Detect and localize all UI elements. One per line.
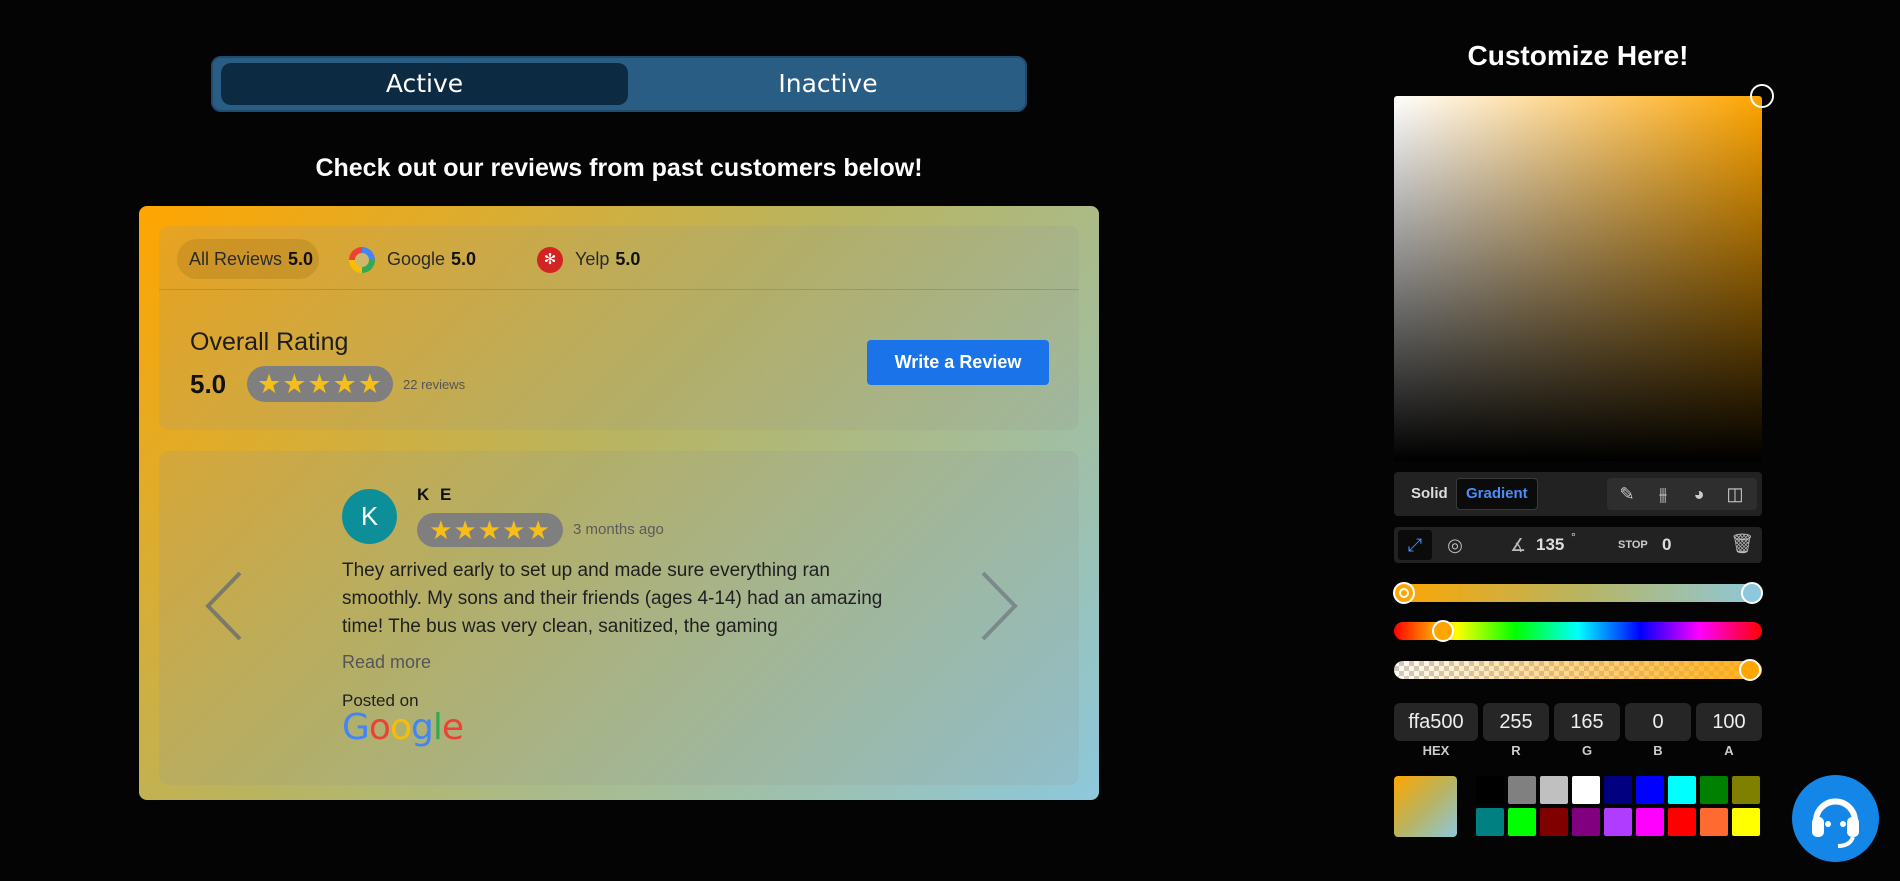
hue-slider[interactable] (1394, 620, 1762, 642)
tab-label: Google (387, 249, 446, 269)
stop-label: STOP (1618, 539, 1648, 551)
tab-google[interactable]: Google 5.0 (349, 239, 476, 279)
review-time: 3 months ago (573, 521, 664, 538)
color-swatch[interactable] (1636, 776, 1664, 804)
tab-label: Yelp (575, 249, 610, 269)
color-swatch[interactable] (1476, 776, 1504, 804)
google-icon (349, 247, 375, 273)
status-toggle: Active Inactive (211, 56, 1027, 112)
picker-tools: ✎ ⫵ ◕ ◫ (1607, 478, 1757, 510)
gradient-mode-button[interactable]: Gradient (1456, 478, 1538, 510)
overall-rating-label: Overall Rating (190, 328, 349, 356)
headset-icon (1812, 798, 1859, 848)
tab-all-reviews[interactable]: All Reviews 5.0 (177, 239, 319, 279)
color-swatch[interactable] (1572, 776, 1600, 804)
green-input[interactable]: 165 (1554, 703, 1620, 741)
review-source-tabs: All Reviews 5.0 Google 5.0 ✻ Yelp 5.0 (159, 226, 1079, 290)
hue-thumb[interactable] (1432, 620, 1455, 642)
red-label: R (1511, 743, 1521, 758)
toggle-inactive[interactable]: Inactive (628, 63, 1028, 105)
red-input[interactable]: 255 (1483, 703, 1549, 741)
customizer-title: Customize Here! (1467, 40, 1689, 71)
color-swatch[interactable] (1540, 776, 1568, 804)
gradient-stops-slider[interactable] (1393, 582, 1763, 604)
toggle-active[interactable]: Active (221, 63, 628, 105)
color-swatch[interactable] (1700, 776, 1728, 804)
color-swatch[interactable] (1668, 808, 1696, 836)
saturation-picker[interactable] (1394, 96, 1762, 461)
color-swatch[interactable] (1732, 808, 1760, 836)
write-review-button[interactable]: Write a Review (867, 340, 1049, 385)
blue-input[interactable]: 0 (1625, 703, 1691, 741)
alpha-label: A (1724, 743, 1734, 758)
solid-mode-button[interactable]: Solid (1402, 478, 1457, 510)
review-stars: ★★★★★ (417, 513, 563, 547)
stop-value[interactable]: 0 (1662, 527, 1671, 563)
alpha-slider[interactable] (1394, 659, 1762, 681)
read-more-link[interactable]: Read more (342, 652, 431, 673)
support-button[interactable] (1792, 775, 1879, 862)
color-swatch[interactable] (1732, 776, 1760, 804)
fill-mode-switch: Solid Gradient (1402, 478, 1542, 510)
review-widget: All Reviews 5.0 Google 5.0 ✻ Yelp 5.0 Overa… (139, 206, 1099, 800)
color-swatch[interactable] (1540, 808, 1568, 836)
gradient-controls: ⤢ ◎ ∡ 135 ° STOP 0 🗑 (1394, 527, 1762, 563)
google-logo: Google (342, 707, 464, 748)
saturation-handle[interactable] (1750, 84, 1774, 108)
gradient-stop-start[interactable] (1393, 582, 1415, 604)
overall-rating-value: 5.0 (190, 369, 227, 399)
prev-arrow-icon[interactable] (204, 571, 244, 641)
reviewer-avatar: K (342, 489, 397, 544)
tab-score: 5.0 (615, 249, 641, 269)
color-swatch[interactable] (1572, 808, 1600, 836)
linear-gradient-icon[interactable]: ⤢ (1398, 530, 1432, 560)
alpha-input[interactable]: 100 (1696, 703, 1762, 741)
angle-unit: ° (1571, 530, 1576, 544)
yelp-icon: ✻ (537, 247, 563, 273)
preset-swatches (1476, 776, 1763, 837)
compare-icon[interactable]: ◫ (1717, 478, 1753, 510)
color-swatch[interactable] (1604, 776, 1632, 804)
trash-icon[interactable]: 🗑 (1730, 527, 1754, 563)
alpha-thumb[interactable] (1739, 659, 1761, 681)
hex-input[interactable]: ffa500 (1394, 703, 1478, 741)
fill-mode-bar: Solid Gradient ✎ ⫵ ◕ ◫ (1394, 472, 1762, 516)
review-count: 22 reviews (403, 377, 466, 392)
color-preview (1394, 776, 1457, 837)
color-swatch[interactable] (1508, 776, 1536, 804)
color-swatch[interactable] (1476, 808, 1504, 836)
tab-label: All Reviews (189, 249, 283, 269)
rating-summary-panel: All Reviews 5.0 Google 5.0 ✻ Yelp 5.0 Overa… (159, 226, 1079, 430)
sliders-icon[interactable]: ⫵ (1645, 478, 1681, 510)
review-text: They arrived early to set up and made su… (342, 560, 883, 637)
gradient-stop-end[interactable] (1741, 582, 1763, 604)
next-arrow-icon[interactable] (979, 571, 1019, 641)
hex-label: HEX (1422, 743, 1450, 758)
reviews-headline: Check out our reviews from past customer… (315, 154, 923, 182)
color-swatch[interactable] (1700, 808, 1728, 836)
color-swatch[interactable] (1668, 776, 1696, 804)
radial-gradient-icon[interactable]: ◎ (1440, 530, 1470, 560)
blue-label: B (1653, 743, 1663, 758)
tab-yelp[interactable]: ✻ Yelp 5.0 (537, 239, 640, 279)
color-swatch[interactable] (1636, 808, 1664, 836)
review-carousel: K K E ★★★★★ 3 months ago They arrived ea… (159, 451, 1079, 785)
palette-icon[interactable]: ◕ (1681, 478, 1717, 510)
overall-stars: ★★★★★ (247, 366, 393, 402)
tab-score: 5.0 (288, 249, 314, 269)
green-label: G (1581, 743, 1593, 758)
eyedropper-icon[interactable]: ✎ (1609, 478, 1645, 510)
color-swatch[interactable] (1508, 808, 1536, 836)
angle-icon: ∡ (1510, 535, 1527, 555)
angle-value[interactable]: 135 (1536, 527, 1564, 563)
tab-score: 5.0 (451, 249, 477, 269)
color-swatch[interactable] (1604, 808, 1632, 836)
reviewer-name: K E (417, 485, 455, 504)
